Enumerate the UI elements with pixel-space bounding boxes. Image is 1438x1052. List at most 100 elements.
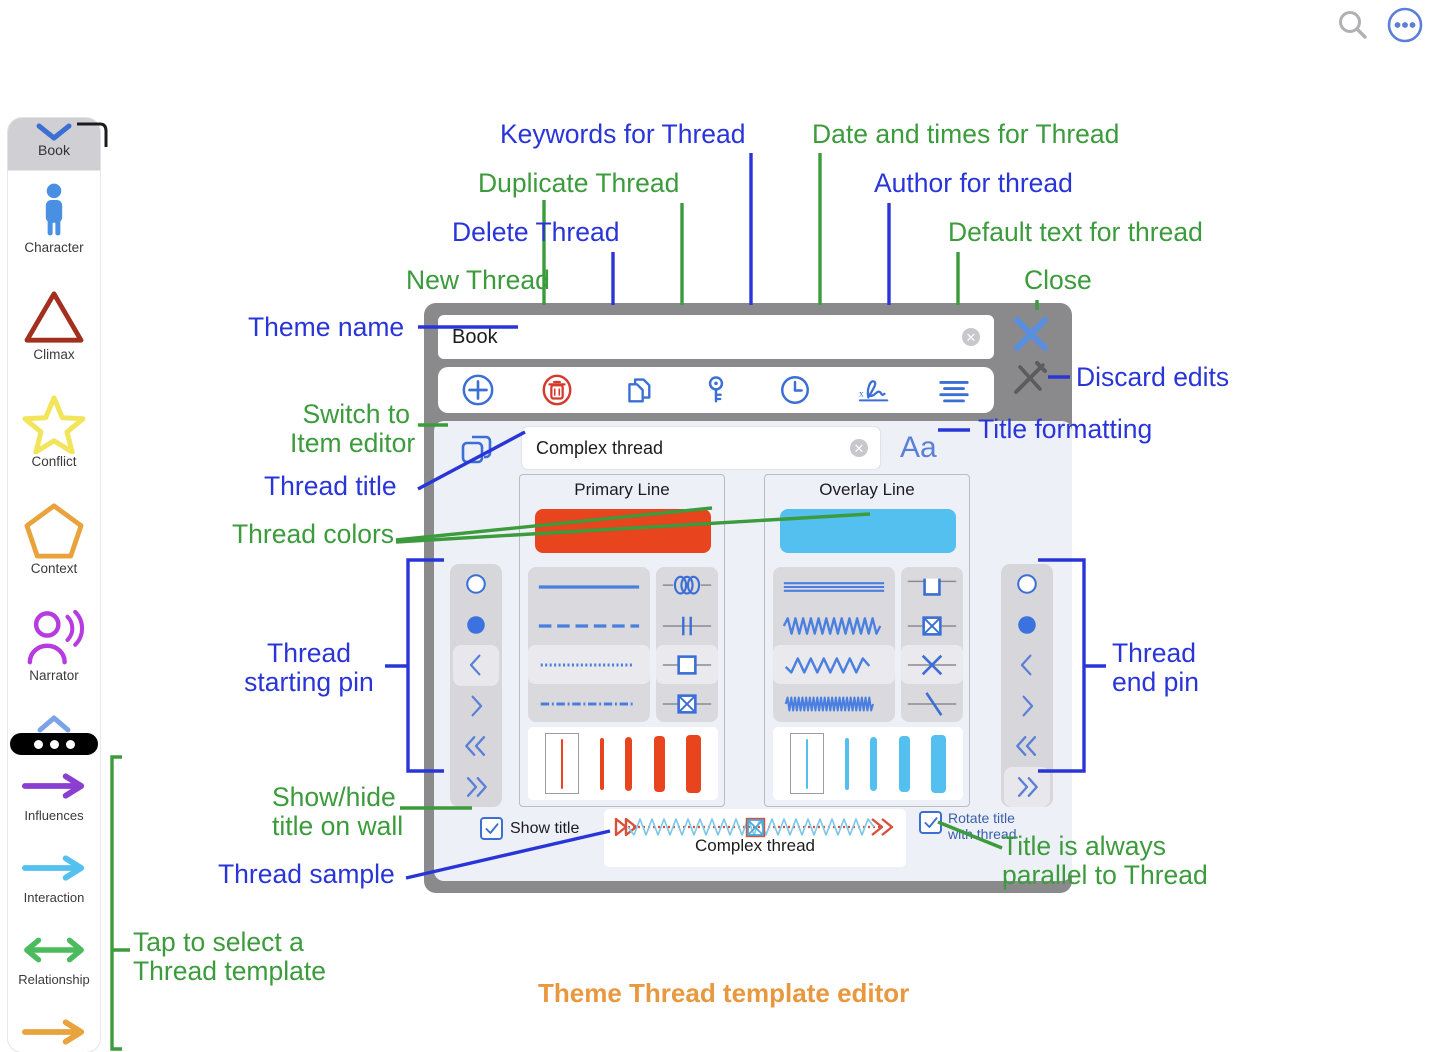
title-formatting-button[interactable]: Aa — [900, 431, 937, 465]
close-icon[interactable] — [1010, 313, 1052, 355]
more-options-icon[interactable] — [1386, 6, 1424, 44]
overlay-cap-cross-x[interactable] — [901, 645, 963, 684]
overlay-dash-style-list — [773, 567, 895, 722]
author-button[interactable]: x — [835, 367, 914, 413]
overlay-width-selector — [773, 727, 963, 800]
primary-dash-dash-dot[interactable] — [528, 684, 650, 722]
sidebar-corner-decoration — [77, 122, 108, 147]
chevron-down-icon — [36, 123, 72, 141]
primary-line-header: Primary Line — [574, 480, 670, 499]
overlay-style-zigzag-dense[interactable] — [773, 684, 895, 722]
end-pin-chevron-left[interactable] — [1004, 645, 1050, 686]
default-text-button[interactable] — [915, 367, 994, 413]
end-pin-circle-filled[interactable] — [1004, 605, 1050, 646]
overlay-cap-square-open[interactable] — [901, 567, 963, 606]
primary-width-option[interactable] — [600, 737, 605, 790]
end-pin-chevron-right[interactable] — [1004, 686, 1050, 727]
primary-line-style-row — [528, 567, 718, 722]
overlay-cap-slash[interactable] — [901, 684, 963, 722]
primary-cap-double-tick[interactable] — [656, 606, 718, 645]
rotate-title-checkbox[interactable] — [919, 811, 942, 834]
overlay-width-option[interactable] — [931, 734, 947, 793]
show-title-label: Show title — [510, 819, 580, 837]
sidebar-thread-interaction[interactable]: Interaction — [8, 840, 100, 922]
sidebar-item-conflict[interactable]: Conflict — [8, 385, 100, 492]
end-pin-double-chevron-right[interactable] — [1004, 766, 1050, 807]
overlay-style-dotted[interactable] — [773, 719, 895, 722]
primary-width-option[interactable] — [653, 735, 665, 792]
start-pin-circle-filled[interactable] — [453, 605, 499, 646]
start-pin-chevron-right[interactable] — [453, 686, 499, 727]
show-title-control[interactable]: Show title — [480, 817, 579, 840]
new-thread-button[interactable] — [438, 367, 517, 413]
theme-thread-template-editor-dialog: Book ✕ x Complex thread ✕ Aa Primary Lin… — [424, 303, 1072, 893]
annotation-thread-sample: Thread sample — [218, 859, 395, 889]
date-times-button[interactable] — [756, 367, 835, 413]
overlay-line-style-row — [773, 567, 963, 722]
thread-toolbar: x — [438, 367, 994, 413]
start-pin-double-chevron-right[interactable] — [453, 767, 499, 808]
clear-field-icon[interactable]: ✕ — [850, 439, 868, 457]
primary-cap-loops[interactable] — [656, 567, 718, 606]
overlay-line-header: Overlay Line — [819, 480, 915, 499]
duplicate-thread-button[interactable] — [597, 367, 676, 413]
primary-cap-square-x[interactable] — [656, 684, 718, 722]
overlay-width-option-selected[interactable] — [789, 733, 824, 794]
delete-thread-button[interactable] — [517, 367, 596, 413]
clear-field-icon[interactable]: ✕ — [962, 328, 980, 346]
sidebar-item-context[interactable]: Context — [8, 492, 100, 599]
primary-width-option[interactable] — [625, 736, 633, 791]
sidebar-thread-influences[interactable]: Influences — [8, 758, 100, 840]
primary-dash-dotted[interactable] — [528, 645, 650, 684]
theme-name-input[interactable]: Book ✕ — [438, 315, 994, 359]
start-pin-chevron-left[interactable] — [453, 645, 499, 686]
primary-line-color-swatch[interactable] — [535, 509, 711, 553]
overlay-style-zigzag-tight[interactable] — [773, 606, 895, 645]
overlay-cap-square-x[interactable] — [901, 606, 963, 645]
primary-cap-square[interactable] — [656, 645, 718, 684]
sidebar-thread-list: Influences Interaction Relationship — [8, 758, 100, 1052]
sidebar-thread-label: Relationship — [18, 972, 90, 987]
primary-dash-style-list — [528, 567, 650, 722]
primary-width-option[interactable] — [686, 734, 702, 793]
primary-width-option-selected[interactable] — [544, 733, 579, 794]
thread-title-input[interactable]: Complex thread ✕ — [522, 427, 880, 469]
start-pin-double-chevron-left[interactable] — [453, 726, 499, 767]
overlay-width-option[interactable] — [870, 736, 878, 791]
end-pin-circle-outline[interactable] — [1004, 564, 1050, 605]
overlay-width-option[interactable] — [898, 735, 910, 792]
search-icon[interactable] — [1336, 8, 1370, 42]
start-pin-circle-outline[interactable] — [453, 564, 499, 605]
page-caption: Theme Thread template editor — [538, 978, 910, 1008]
annotation-thread-starting-pin: Thread starting pin — [244, 638, 374, 697]
sidebar-item-climax[interactable]: Climax — [8, 278, 100, 385]
annotation-title-parallel: Title is always parallel to Thread — [1002, 831, 1208, 890]
pentagon-icon — [23, 500, 85, 562]
overlay-style-zigzag-wide[interactable] — [773, 645, 895, 684]
primary-dash-solid[interactable] — [528, 567, 650, 606]
sidebar-item-narrator[interactable]: Narrator — [8, 599, 100, 706]
theme-name-row: Book ✕ — [438, 315, 994, 359]
annotation-thread-colors: Thread colors — [232, 519, 395, 549]
switch-to-item-editor-icon[interactable] — [458, 433, 494, 467]
keywords-button[interactable] — [676, 367, 755, 413]
drag-handle[interactable] — [10, 733, 98, 755]
sidebar-thread-extra[interactable] — [8, 1004, 100, 1052]
discard-edits-icon[interactable] — [1010, 359, 1050, 399]
annotation-new-thread: New Thread — [406, 265, 550, 295]
sidebar-collapse-chevron-icon[interactable] — [36, 714, 72, 734]
overlay-style-triple-line[interactable] — [773, 567, 895, 606]
primary-dash-dashed[interactable] — [528, 606, 650, 645]
narrator-icon — [22, 607, 86, 669]
sidebar-item-label: Narrator — [29, 668, 79, 683]
annotation-author-for-thread: Author for thread — [874, 168, 1073, 198]
end-pin-double-chevron-left[interactable] — [1004, 726, 1050, 767]
annotation-keywords-for-thread: Keywords for Thread — [500, 119, 746, 149]
arrow-right-icon — [21, 1010, 87, 1052]
overlay-line-color-swatch[interactable] — [780, 509, 956, 553]
sidebar-item-character[interactable]: Character — [8, 171, 100, 278]
show-title-checkbox[interactable] — [480, 817, 503, 840]
sidebar-item-label: Context — [30, 561, 78, 576]
overlay-width-option[interactable] — [845, 737, 850, 790]
sidebar-thread-relationship[interactable]: Relationship — [8, 922, 100, 1004]
